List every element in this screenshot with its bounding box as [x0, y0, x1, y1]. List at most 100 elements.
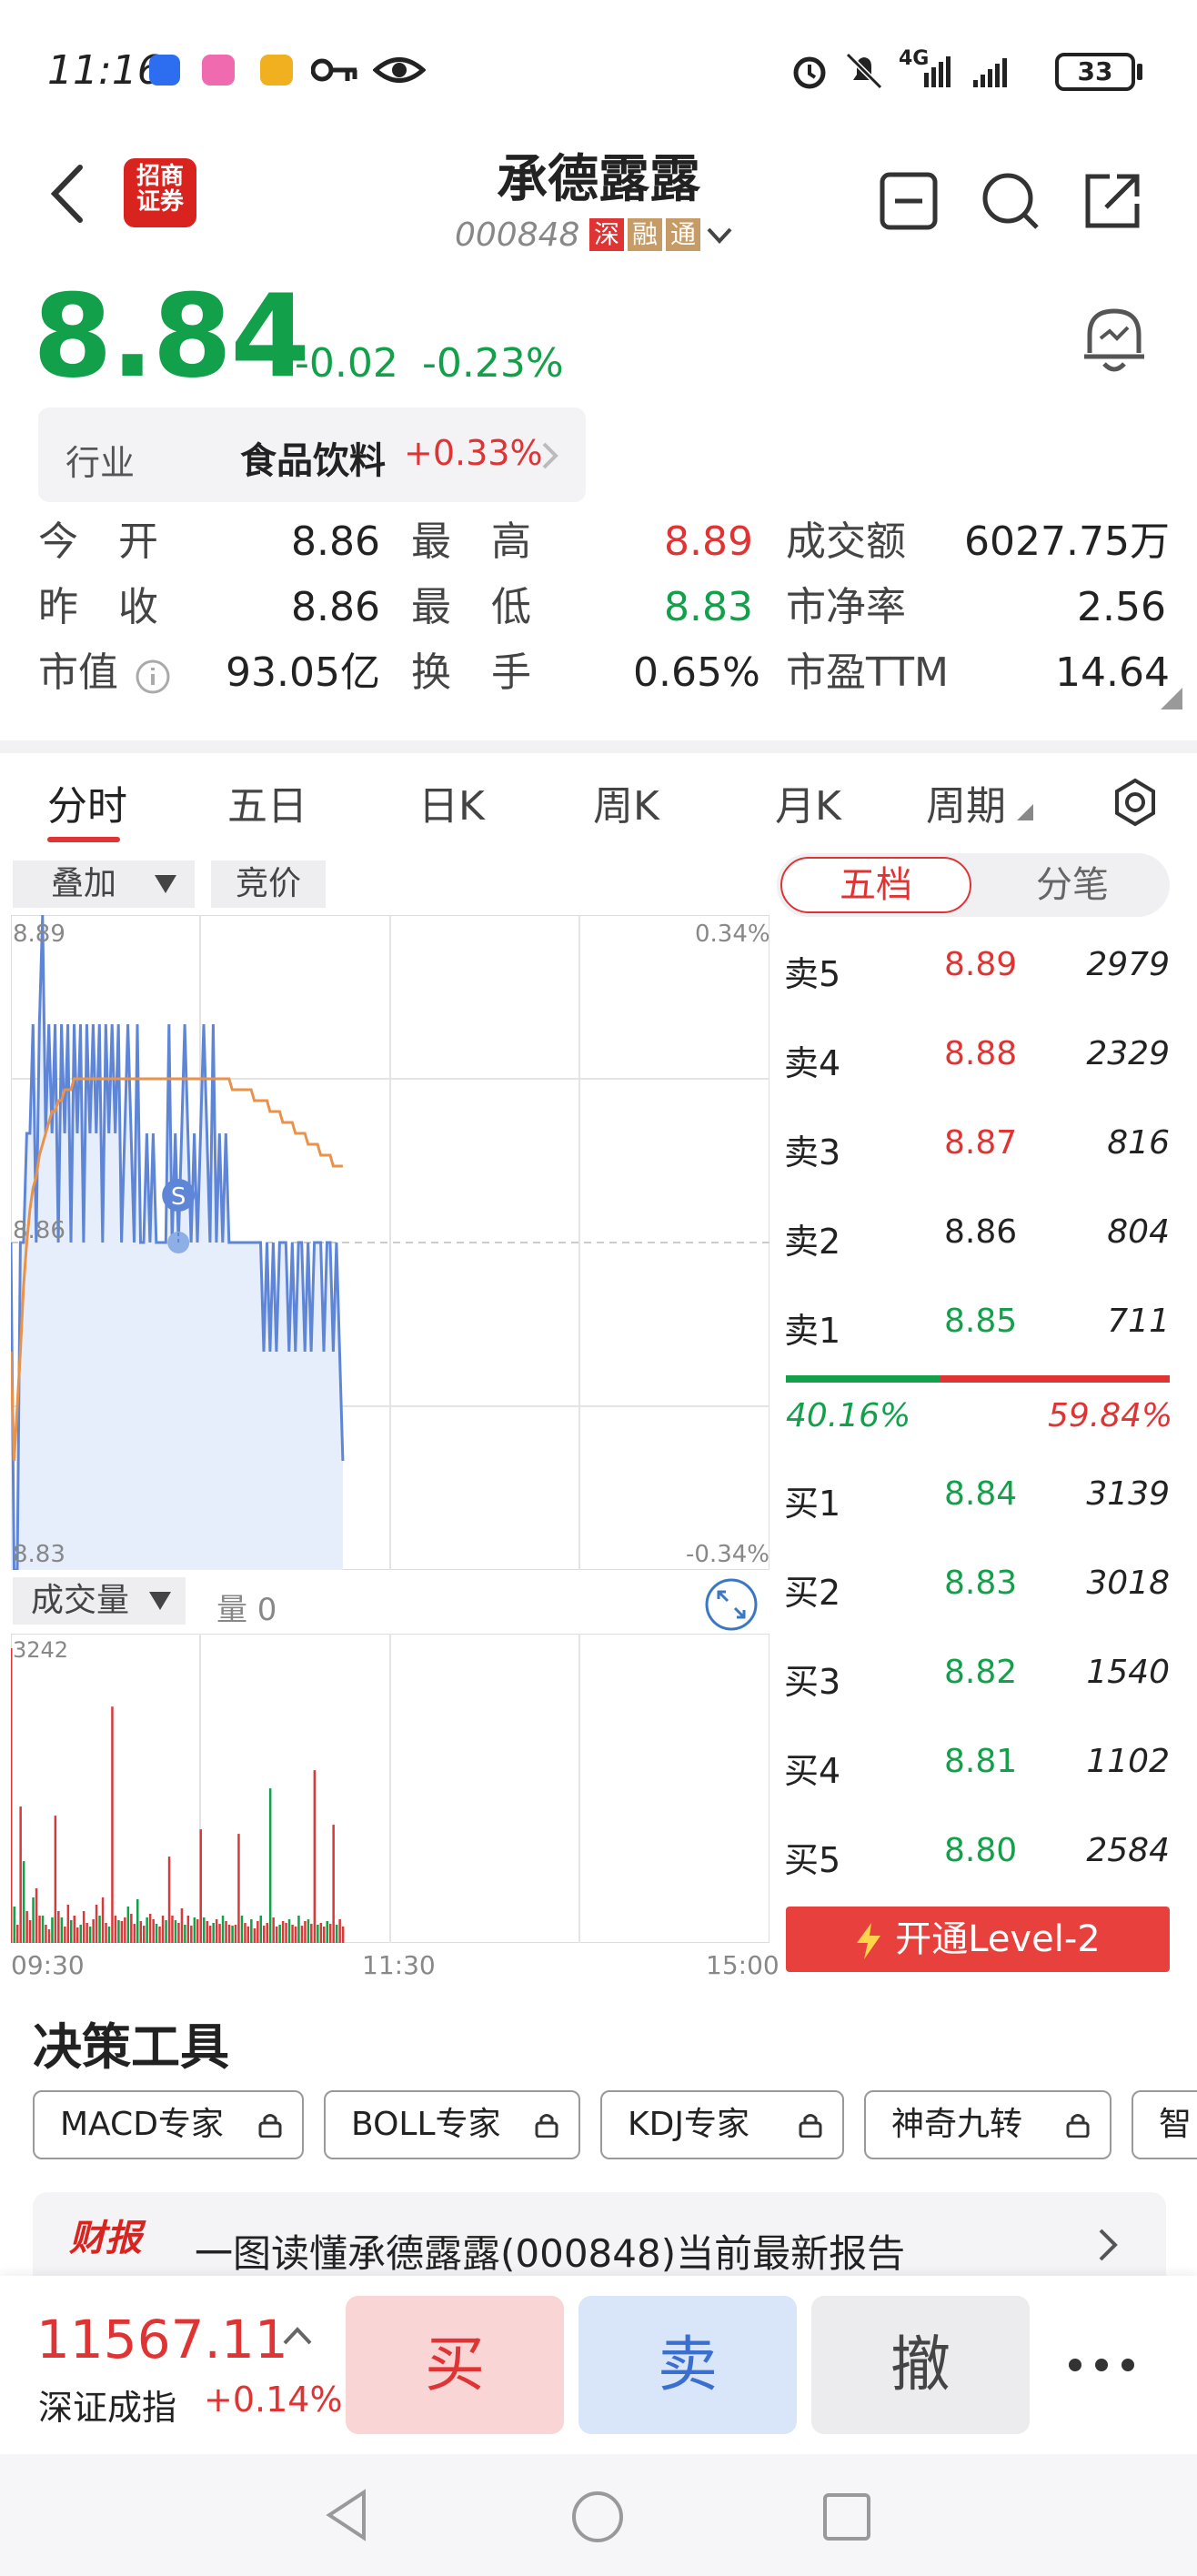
section-divider [0, 740, 1197, 753]
cancel-order-button[interactable]: 撤 [811, 2296, 1030, 2434]
stat-market-cap-label: 市值 [38, 649, 118, 696]
chevron-up-icon[interactable] [282, 2325, 313, 2347]
tool-kdj-label: KDJ专家 [628, 2106, 749, 2143]
ask-level-volume: 711 [1107, 1303, 1170, 1340]
tab-five-day[interactable]: 五日 [227, 773, 307, 831]
bid-level-row[interactable]: 买3 8.82 1540 [782, 1628, 1172, 1717]
tab-period[interactable]: 周期 [926, 773, 1006, 831]
tool-kdj[interactable]: KDJ专家 [600, 2090, 844, 2159]
intraday-price-chart[interactable]: S [11, 915, 770, 1570]
sell-button[interactable]: 卖 [578, 2296, 797, 2434]
badge-shen: 深 [589, 218, 625, 251]
tab-five-levels[interactable]: 五档 [780, 857, 971, 913]
badge-rong: 融 [628, 218, 663, 251]
axis-time-mid: 11:30 [362, 1950, 436, 1980]
volume-bar [294, 1927, 297, 1943]
bid-level-volume: 1102 [1086, 1743, 1170, 1780]
volume-bar [319, 1923, 323, 1943]
expand-corner-icon[interactable] [1161, 688, 1182, 709]
buy-button[interactable]: 买 [346, 2296, 564, 2434]
share-icon[interactable] [1082, 171, 1142, 231]
app-notification-icon [202, 55, 235, 86]
volume-bar [174, 1920, 177, 1943]
volume-selector[interactable]: 成交量 [13, 1577, 186, 1625]
volume-bar [186, 1916, 190, 1943]
tab-intraday[interactable]: 分时 [47, 773, 127, 831]
info-icon[interactable] [135, 659, 171, 695]
ask-level-row[interactable]: 卖4 8.88 2329 [782, 1010, 1172, 1099]
tab-daily-k[interactable]: 日K [418, 773, 485, 831]
broker-logo[interactable]: 招商证券 [124, 158, 196, 227]
ask-level-row[interactable]: 卖5 8.89 2979 [782, 921, 1172, 1010]
ask-level-row[interactable]: 卖3 8.87 816 [782, 1099, 1172, 1188]
report-banner[interactable]: 财报 一图读懂承德露露(000848)当前最新报告 [33, 2192, 1166, 2279]
tool-macd[interactable]: MACD专家 [33, 2090, 304, 2159]
overlay-dropdown[interactable]: 叠加 [13, 860, 195, 908]
volume-bar [237, 1834, 240, 1943]
volume-bar [161, 1916, 165, 1943]
stats-grid: 今 开 8.86 最 高 8.89 成交额 6027.75万 昨 收 8.86 … [0, 515, 1197, 715]
auction-button[interactable]: 竞价 [211, 860, 326, 908]
buy-ratio: 40.16% [786, 1397, 911, 1434]
bid-level-row[interactable]: 买4 8.81 1102 [782, 1717, 1172, 1806]
volume-bar [272, 1917, 275, 1943]
axis-price-high: 8.89 [13, 921, 65, 948]
tab-tick-trades[interactable]: 分笔 [977, 857, 1168, 913]
volume-bar [95, 1905, 98, 1943]
volume-bar [38, 1916, 41, 1943]
industry-label: 行业 [65, 443, 136, 483]
volume-bar [105, 1923, 107, 1943]
volume-bar [199, 1829, 202, 1943]
tab-monthly-k[interactable]: 月K [775, 773, 841, 831]
fullscreen-icon[interactable] [704, 1577, 759, 1632]
volume-bar [167, 1857, 171, 1943]
bid-level-volume: 2584 [1086, 1832, 1170, 1869]
volume-bar [278, 1925, 281, 1943]
volume-bar [332, 1825, 335, 1943]
tool-more[interactable]: 智 [1132, 2090, 1197, 2159]
price-alert-bell-icon[interactable] [1082, 304, 1146, 375]
volume-bar [338, 1919, 341, 1943]
tab-weekly-k[interactable]: 周K [593, 773, 659, 831]
search-icon[interactable] [981, 171, 1041, 231]
buy-ratio-bar [786, 1375, 940, 1383]
tool-boll[interactable]: BOLL专家 [324, 2090, 580, 2159]
bid-level-row[interactable]: 买5 8.80 2584 [782, 1806, 1172, 1896]
industry-card[interactable]: 行业 食品饮料 +0.33% [38, 408, 586, 502]
tool-td-sequential[interactable]: 神奇九转 [864, 2090, 1112, 2159]
status-bar: 11:16 4G 33 [0, 0, 1197, 136]
chevron-down-icon[interactable] [706, 226, 733, 246]
ask-level-row[interactable]: 卖1 8.85 711 [782, 1277, 1172, 1366]
axis-pct-low: -0.34% [686, 1541, 770, 1568]
nav-home-icon[interactable] [571, 2490, 624, 2543]
volume-bar [86, 1923, 88, 1943]
index-value[interactable]: 11567.11 [36, 2309, 288, 2370]
volume-bar [341, 1927, 345, 1943]
signal-icon [924, 56, 1007, 87]
volume-bar [304, 1921, 307, 1943]
volume-bar [326, 1921, 328, 1943]
ask-level-row[interactable]: 卖2 8.86 804 [782, 1188, 1172, 1277]
ask-level-label: 卖4 [784, 1043, 841, 1083]
volume-bar [227, 1925, 231, 1943]
back-icon[interactable] [47, 162, 87, 226]
level2-button[interactable]: 开通Level-2 [786, 1907, 1170, 1972]
minimize-icon[interactable] [879, 171, 939, 231]
volume-bar [307, 1919, 310, 1943]
settings-icon[interactable] [1110, 777, 1161, 828]
stat-turnover-rate-label: 换 手 [411, 649, 531, 696]
stat-open-label: 今 开 [38, 518, 158, 565]
price-change-pct: -0.23% [422, 340, 564, 387]
current-price: 8.84 [33, 269, 310, 403]
stat-prev-close-value: 8.86 [291, 584, 380, 630]
ask-level-price: 8.88 [944, 1035, 1018, 1072]
bid-level-row[interactable]: 买2 8.83 3018 [782, 1539, 1172, 1628]
tools-title: 决策工具 [33, 2018, 229, 2076]
bid-level-row[interactable]: 买1 8.84 3139 [782, 1450, 1172, 1539]
volume-bar [190, 1926, 193, 1943]
volume-bar [253, 1928, 256, 1943]
lock-icon [535, 2114, 558, 2138]
more-icon[interactable] [1066, 2354, 1137, 2376]
nav-back-icon[interactable] [324, 2489, 369, 2541]
nav-recents-icon[interactable] [822, 2492, 871, 2541]
